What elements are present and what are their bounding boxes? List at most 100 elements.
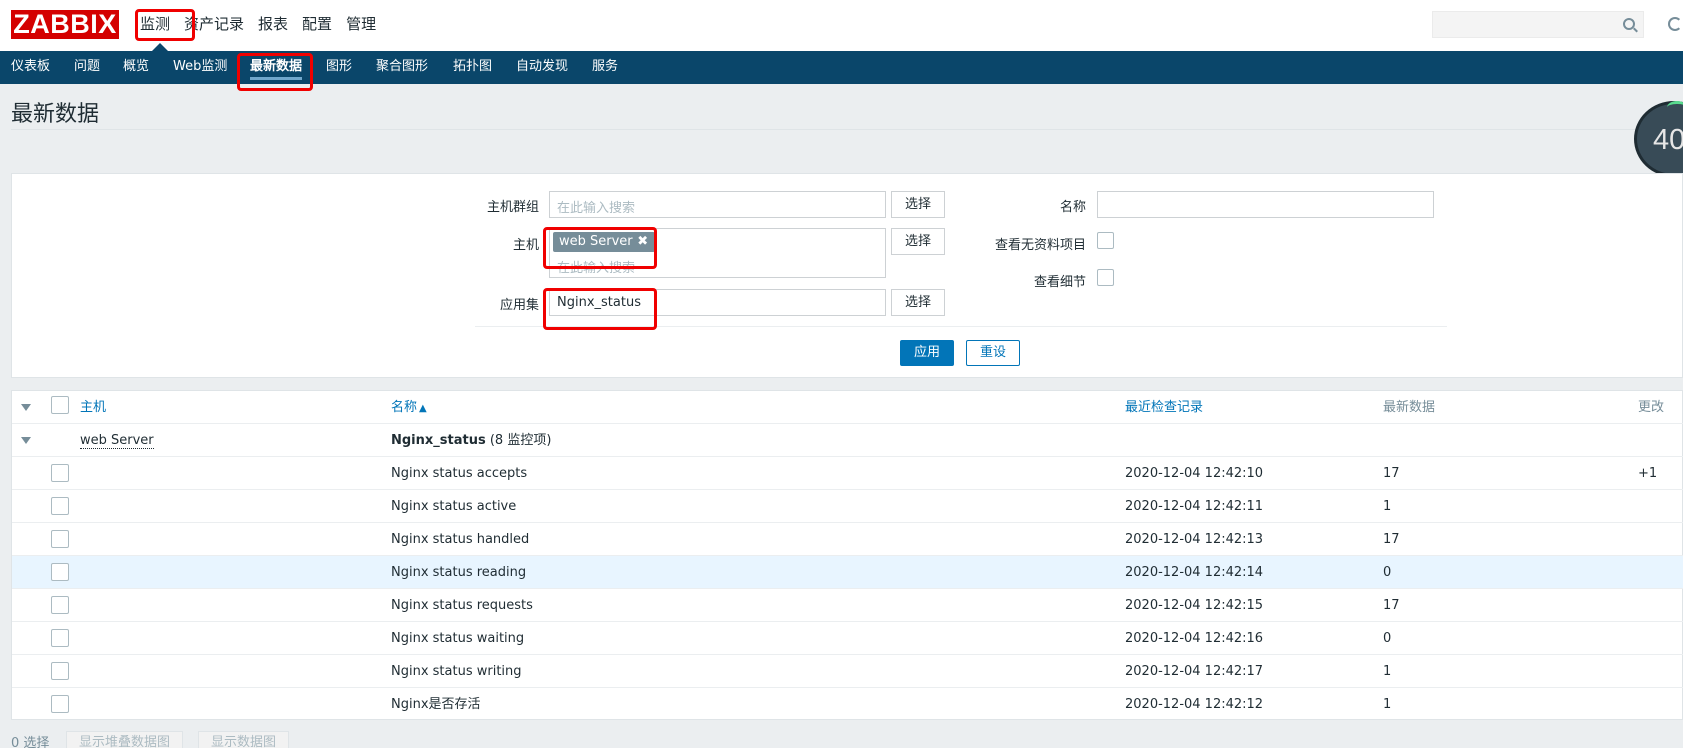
show-details-label: 查看细节 (1033, 275, 1086, 290)
page-title: 最新数据 (11, 102, 100, 127)
show-graph-button[interactable]: 显示数据图 (198, 731, 290, 748)
support-icon[interactable] (1668, 17, 1682, 31)
item-name: Nginx是否存活 (391, 697, 481, 712)
sort-asc-icon: ▲ (419, 403, 427, 414)
host-group-label: 主机群组 (486, 200, 539, 215)
table-row: Nginx status reading 2020-12-04 12:42:14… (12, 556, 1683, 589)
show-stacked-graph-button[interactable]: 显示堆叠数据图 (66, 731, 184, 748)
application-select-button[interactable]: 选择 (891, 289, 945, 316)
show-details-checkbox[interactable] (1097, 269, 1114, 286)
item-last-check: 2020-12-04 12:42:17 (1125, 664, 1264, 679)
sub-menu-dashboard[interactable]: 仪表板 (11, 51, 50, 84)
title-divider (11, 129, 1683, 130)
item-name: Nginx status handled (391, 532, 530, 547)
header-last-value: 最新数据 (1383, 400, 1436, 415)
sub-menu-services[interactable]: 服务 (592, 51, 618, 84)
sub-menu-maps[interactable]: 拓扑图 (453, 51, 492, 84)
apply-button[interactable]: 应用 (900, 340, 954, 366)
row-checkbox[interactable] (51, 563, 69, 581)
show-no-data-checkbox[interactable] (1097, 232, 1114, 249)
item-name: Nginx status requests (391, 598, 533, 613)
main-menu-administration[interactable]: 管理 (344, 0, 388, 51)
latest-data-table: 主机 名称 ▲ 最近检查记录 最新数据 更改 web Server Nginx_s… (11, 390, 1683, 720)
item-change: +1 (1638, 466, 1658, 481)
table-row: Nginx status requests 2020-12-04 12:42:1… (12, 589, 1683, 622)
zabbix-logo[interactable]: ZABBIX (11, 10, 119, 39)
table-row: Nginx status active 2020-12-04 12:42:11 … (12, 490, 1683, 523)
row-checkbox[interactable] (51, 596, 69, 614)
refresh-timer: 40 (1634, 101, 1683, 177)
sub-menu-web[interactable]: Web监测 (173, 51, 227, 84)
item-last-value: 1 (1383, 499, 1392, 514)
table-row: Nginx status waiting 2020-12-04 12:42:16… (12, 622, 1683, 655)
annotation-latest-data (237, 53, 313, 91)
sub-menu-graphs[interactable]: 图形 (326, 51, 352, 84)
annotation-host (543, 227, 657, 269)
row-checkbox[interactable] (51, 497, 69, 515)
item-name: Nginx status active (391, 499, 517, 514)
table-row: Nginx status handled 2020-12-04 12:42:13… (12, 523, 1683, 556)
item-last-value: 1 (1383, 664, 1392, 679)
row-checkbox[interactable] (51, 530, 69, 548)
table-row: Nginx status accepts 2020-12-04 12:42:10… (12, 457, 1683, 490)
item-last-value: 17 (1383, 532, 1400, 547)
item-last-check: 2020-12-04 12:42:15 (1125, 598, 1264, 613)
group-application-name: Nginx_status (391, 433, 486, 448)
reset-button[interactable]: 重设 (966, 340, 1020, 366)
application-label: 应用集 (499, 298, 539, 313)
host-select-button[interactable]: 选择 (891, 228, 945, 255)
header-name-label: 名称 (391, 400, 418, 415)
header-last-check[interactable]: 最近检查记录 (1125, 391, 1203, 424)
item-name: Nginx status waiting (391, 631, 525, 646)
row-checkbox[interactable] (51, 629, 69, 647)
item-last-value: 1 (1383, 697, 1392, 712)
name-input[interactable] (1097, 191, 1434, 218)
group-row: web Server Nginx_status (8 监控项) (12, 424, 1683, 457)
header-name[interactable]: 名称 ▲ (391, 391, 427, 424)
item-last-value: 0 (1383, 565, 1392, 580)
group-application: Nginx_status (8 监控项) (391, 424, 551, 457)
sub-menu-screens[interactable]: 聚合图形 (376, 51, 428, 84)
host-group-input[interactable]: 在此输入搜索 (549, 191, 886, 218)
name-label: 名称 (1059, 200, 1086, 215)
search-icon[interactable] (1623, 18, 1635, 30)
select-all-checkbox[interactable] (51, 396, 69, 414)
item-last-check: 2020-12-04 12:42:16 (1125, 631, 1264, 646)
item-last-check: 2020-12-04 12:42:12 (1125, 697, 1264, 712)
item-name: Nginx status writing (391, 664, 522, 679)
header-host[interactable]: 主机 (80, 391, 106, 424)
main-menu-configuration[interactable]: 配置 (300, 0, 344, 51)
sub-menu-problems[interactable]: 问题 (74, 51, 100, 84)
item-last-check: 2020-12-04 12:42:11 (1125, 499, 1264, 514)
group-host-link[interactable]: web Server (80, 433, 154, 449)
row-checkbox[interactable] (51, 695, 69, 713)
annotation-monitoring (135, 9, 195, 41)
item-last-value: 17 (1383, 598, 1400, 613)
item-last-check: 2020-12-04 12:42:14 (1125, 565, 1264, 580)
group-item-count: (8 监控项) (489, 433, 552, 448)
host-group-select-button[interactable]: 选择 (891, 191, 945, 218)
host-label: 主机 (512, 238, 539, 253)
main-menu-reports[interactable]: 报表 (256, 0, 300, 51)
global-search-input[interactable] (1432, 11, 1644, 38)
header-change: 更改 (1638, 400, 1665, 415)
collapse-all-icon[interactable] (21, 404, 31, 411)
annotation-application (543, 288, 657, 330)
collapse-group-icon[interactable] (21, 437, 31, 444)
row-checkbox[interactable] (51, 464, 69, 482)
top-bar: ZABBIX 监测 资产记录 报表 配置 管理 (0, 0, 1683, 51)
show-no-data-label: 查看无资料项目 (994, 238, 1086, 253)
sub-menu-discovery[interactable]: 自动发现 (516, 51, 568, 84)
table-row: Nginx status writing 2020-12-04 12:42:17… (12, 655, 1683, 688)
item-name: Nginx status accepts (391, 466, 528, 481)
table-header: 主机 名称 ▲ 最近检查记录 最新数据 更改 (12, 391, 1683, 424)
item-name: Nginx status reading (391, 565, 527, 580)
selected-count: 0 选择 (11, 736, 50, 748)
sub-menu-overview[interactable]: 概览 (123, 51, 149, 84)
item-last-value: 0 (1383, 631, 1392, 646)
refresh-counter: 40 (1653, 124, 1683, 156)
item-last-value: 17 (1383, 466, 1400, 481)
item-last-check: 2020-12-04 12:42:10 (1125, 466, 1264, 481)
table-row: Nginx是否存活 2020-12-04 12:42:12 1 (12, 688, 1683, 721)
row-checkbox[interactable] (51, 662, 69, 680)
